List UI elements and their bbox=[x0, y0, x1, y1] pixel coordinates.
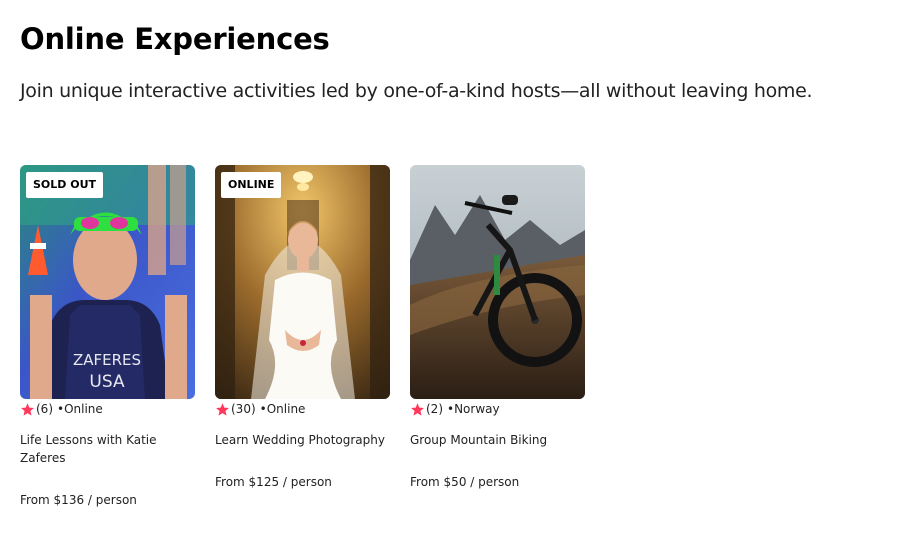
experience-price: From $125 / person bbox=[215, 475, 332, 489]
experience-card[interactable]: (2) • Norway Group Mountain Biking From … bbox=[410, 165, 585, 509]
location-label: Online bbox=[266, 402, 306, 416]
rating-row: (6) • Online bbox=[20, 401, 195, 417]
status-badge: SOLD OUT bbox=[26, 172, 104, 198]
experience-photo[interactable] bbox=[410, 165, 585, 399]
experience-title[interactable]: Life Lessons with Katie Zaferes bbox=[20, 431, 195, 467]
experience-title[interactable]: Group Mountain Biking bbox=[410, 431, 585, 449]
experience-card[interactable]: ONLINE (30) • Online Learn Wedding Photo… bbox=[215, 165, 390, 509]
svg-text:ZAFERES: ZAFERES bbox=[73, 351, 141, 369]
status-badge: ONLINE bbox=[221, 172, 282, 198]
experience-title[interactable]: Learn Wedding Photography bbox=[215, 431, 390, 449]
experience-photo[interactable]: ONLINE bbox=[215, 165, 390, 399]
rating-count: (2) bbox=[426, 402, 443, 416]
experience-price: From $50 / person bbox=[410, 475, 520, 489]
page-subtitle: Join unique interactive activities led b… bbox=[20, 80, 813, 102]
separator-dot: • bbox=[259, 402, 267, 416]
rating-count: (6) bbox=[36, 402, 53, 416]
page-title: Online Experiences bbox=[20, 22, 330, 56]
mountain-bike-photo-image bbox=[410, 165, 585, 399]
experience-cards: ZAFERES USA SOLD OUT (6) • Online Life L… bbox=[20, 165, 585, 509]
experience-card[interactable]: ZAFERES USA SOLD OUT (6) • Online Life L… bbox=[20, 165, 195, 509]
page: Online Experiences Join unique interacti… bbox=[0, 0, 901, 539]
separator-dot: • bbox=[57, 402, 65, 416]
location-label: Online bbox=[64, 402, 103, 416]
experience-price: From $136 / person bbox=[20, 493, 137, 507]
rating-row: (2) • Norway bbox=[410, 401, 585, 417]
athlete-photo-image: ZAFERES USA bbox=[20, 165, 195, 399]
rating-row: (30) • Online bbox=[215, 401, 390, 417]
star-icon bbox=[20, 402, 35, 417]
location-label: Norway bbox=[454, 402, 500, 416]
star-icon bbox=[215, 402, 230, 417]
star-icon bbox=[410, 402, 425, 417]
rating-count: (30) bbox=[231, 402, 256, 416]
experience-photo[interactable]: ZAFERES USA SOLD OUT bbox=[20, 165, 195, 399]
bride-photo-image bbox=[215, 165, 390, 399]
svg-text:USA: USA bbox=[89, 372, 125, 392]
separator-dot: • bbox=[447, 402, 455, 416]
